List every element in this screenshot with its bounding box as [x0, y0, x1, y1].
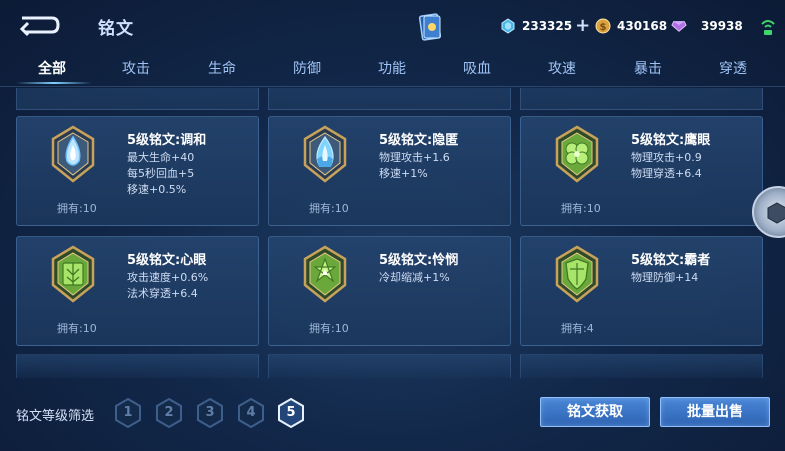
gold-currency: $ 430168	[595, 15, 667, 37]
tab-utility[interactable]: 功能	[362, 58, 422, 78]
partial-card	[520, 354, 763, 378]
partial-card	[268, 88, 511, 110]
rune-attributes: 物理攻击+0.9 物理穿透+6.4	[631, 150, 702, 182]
rune-attr: 物理攻击+1.6	[379, 151, 450, 164]
bulk-sell-button[interactable]: 批量出售	[660, 397, 770, 427]
rune-card[interactable]: 5级铭文:隐匿 物理攻击+1.6 移速+1% 拥有:10	[268, 116, 511, 226]
page-title: 铭文	[98, 19, 134, 39]
tab-crit[interactable]: 暴击	[618, 58, 678, 78]
rune-attr: 冷却缩减+1%	[379, 271, 450, 284]
tab-lifesteal[interactable]: 吸血	[447, 58, 507, 78]
rune-attr: 每5秒回血+5	[127, 167, 195, 180]
diamond-count: 233325	[522, 19, 573, 33]
rune-name: 5级铭文:怜悯	[379, 253, 459, 268]
level-number: 5	[286, 405, 296, 420]
level-number: 3	[205, 405, 215, 420]
rune-card[interactable]: 5级铭文:怜悯 冷却缩减+1% 拥有:10	[268, 236, 511, 346]
rune-name: 5级铭文:心眼	[127, 253, 207, 268]
level-filter-3[interactable]: 3	[196, 397, 224, 429]
gem-count: 39938	[701, 19, 743, 33]
gem-currency: 39938	[671, 15, 743, 37]
category-tabs: 全部 攻击 生命 防御 功能 吸血 攻速 暴击 穿透	[0, 52, 785, 86]
owned-count: 拥有:10	[561, 202, 601, 215]
tab-divider	[0, 86, 785, 87]
rune-attributes: 冷却缩减+1%	[379, 270, 450, 286]
rune-attr: 攻击速度+0.6%	[127, 271, 209, 284]
active-tab-indicator	[16, 82, 92, 84]
obtain-rune-button[interactable]: 铭文获取	[540, 397, 650, 427]
rune-card[interactable]: 5级铭文:调和 最大生命+40 每5秒回血+5 移速+0.5% 拥有:10	[16, 116, 259, 226]
level-filter-4[interactable]: 4	[237, 397, 265, 429]
rune-attr: 物理穿透+6.4	[631, 167, 702, 180]
rune-name: 5级铭文:鹰眼	[631, 133, 711, 148]
partial-card	[16, 88, 259, 110]
rune-attr: 物理防御+14	[631, 271, 699, 284]
rune-name: 5级铭文:霸者	[631, 253, 711, 268]
rune-card[interactable]: 5级铭文:鹰眼 物理攻击+0.9 物理穿透+6.4 拥有:10	[520, 116, 763, 226]
green-shield-rune-icon	[555, 245, 599, 303]
rune-attributes: 物理攻击+1.6 移速+1%	[379, 150, 450, 182]
tab-all[interactable]: 全部	[22, 58, 82, 78]
tab-attack[interactable]: 攻击	[106, 58, 166, 78]
gold-count: 430168	[617, 19, 668, 33]
diamond-currency: 233325 +	[500, 15, 590, 37]
owned-count: 拥有:10	[309, 322, 349, 335]
blue-flame-rune-icon	[303, 125, 347, 183]
wifi-signal-icon	[761, 20, 775, 35]
tab-penetration[interactable]: 穿透	[703, 58, 763, 78]
rune-card[interactable]: 5级铭文:霸者 物理防御+14 拥有:4	[520, 236, 763, 346]
rune-attr: 法术穿透+6.4	[127, 287, 198, 300]
rune-attr: 移速+1%	[379, 167, 428, 180]
level-number: 4	[246, 405, 256, 420]
rune-name: 5级铭文:隐匿	[379, 133, 459, 148]
level-filter-2[interactable]: 2	[155, 397, 183, 429]
owned-count: 拥有:4	[561, 322, 594, 335]
hexagon-icon	[767, 202, 785, 224]
rune-attributes: 最大生命+40 每5秒回血+5 移速+0.5%	[127, 150, 194, 198]
partial-card	[268, 354, 511, 378]
gold-coin-icon: $	[595, 18, 611, 34]
svg-text:$: $	[600, 22, 607, 33]
level-filter-label: 铭文等级筛选	[16, 409, 95, 424]
rune-attr: 移速+0.5%	[127, 183, 187, 196]
back-arrow-icon[interactable]	[14, 12, 60, 38]
green-leaf-rune-icon	[51, 245, 95, 303]
level-number: 1	[123, 405, 133, 420]
rune-attributes: 物理防御+14	[631, 270, 698, 286]
rune-deck-icon[interactable]	[418, 12, 444, 42]
rune-card[interactable]: 5级铭文:心眼 攻击速度+0.6% 法术穿透+6.4 拥有:10	[16, 236, 259, 346]
rune-attributes: 攻击速度+0.6% 法术穿透+6.4	[127, 270, 208, 302]
owned-count: 拥有:10	[57, 202, 97, 215]
level-filter-5[interactable]: 5	[277, 397, 305, 429]
owned-count: 拥有:10	[309, 202, 349, 215]
top-bar: 铭文 233325 + $ 430168 39938	[0, 0, 785, 52]
bottom-bar: 铭文等级筛选 1 2 3 4 5 铭文获取 批量出售	[0, 385, 785, 451]
green-clover-rune-icon	[555, 125, 599, 183]
rune-name: 5级铭文:调和	[127, 133, 207, 148]
level-number: 2	[164, 405, 174, 420]
tab-health[interactable]: 生命	[192, 58, 252, 78]
tab-defense[interactable]: 防御	[277, 58, 337, 78]
rune-attr: 最大生命+40	[127, 151, 195, 164]
level-filter-1[interactable]: 1	[114, 397, 142, 429]
rune-attr: 物理攻击+0.9	[631, 151, 702, 164]
tab-attack-speed[interactable]: 攻速	[532, 58, 592, 78]
owned-count: 拥有:10	[57, 322, 97, 335]
rune-grid[interactable]: 5级铭文:调和 最大生命+40 每5秒回血+5 移速+0.5% 拥有:10 5级…	[0, 88, 785, 378]
green-star-rune-icon	[303, 245, 347, 303]
add-diamond-button[interactable]: +	[575, 17, 590, 35]
purple-gem-icon	[671, 18, 687, 34]
blue-drop-rune-icon	[51, 125, 95, 183]
partial-card	[520, 88, 763, 110]
partial-card	[16, 354, 259, 378]
diamond-icon	[500, 18, 516, 34]
